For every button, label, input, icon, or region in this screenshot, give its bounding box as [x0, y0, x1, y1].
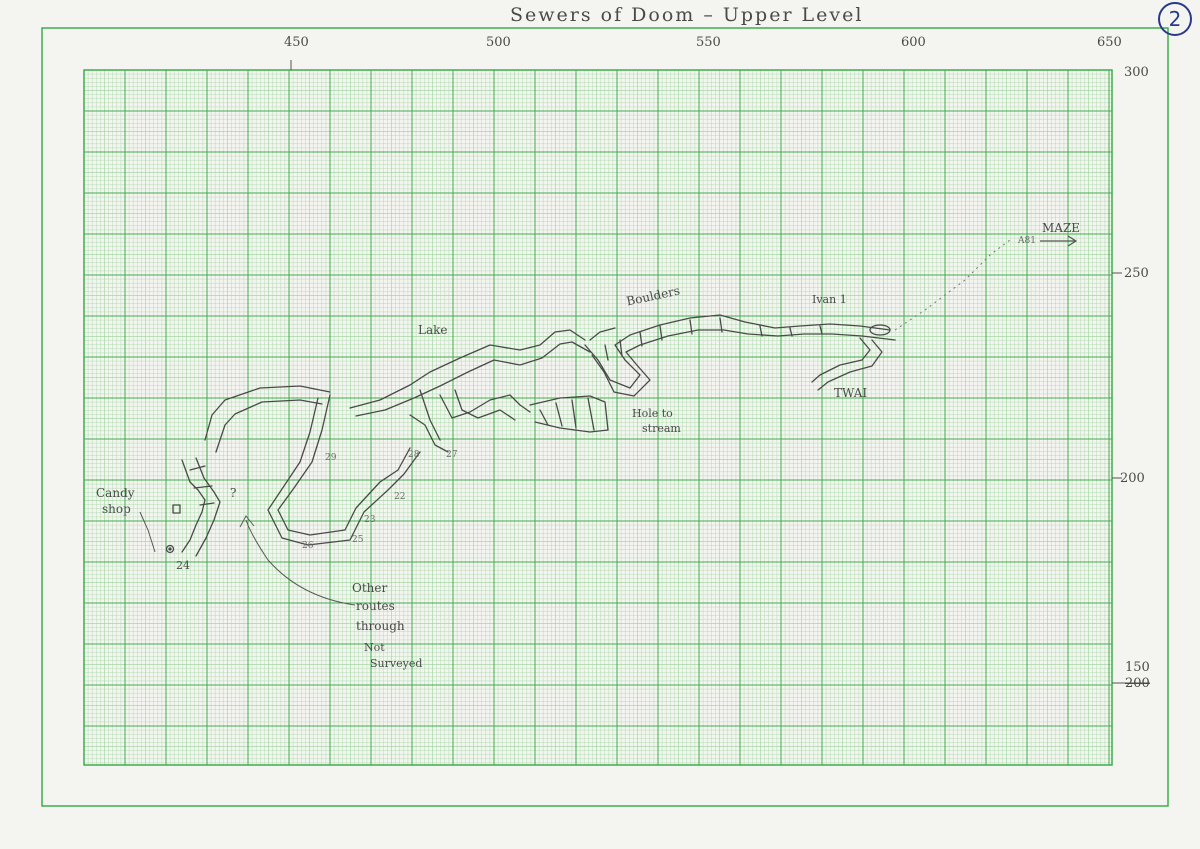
x-tick-label: 500 [486, 35, 511, 50]
station-number: 23 [364, 515, 376, 525]
maze-label: MAZE [1042, 221, 1081, 235]
station-number: 27 [446, 450, 458, 460]
other-routes-note: Surveyed [370, 657, 423, 670]
y-tick-struck-label: 200 [1125, 676, 1150, 691]
passage-west-column [181, 459, 206, 553]
maze-station-label: A81 [1018, 236, 1036, 246]
candy-shop-label: shop [102, 502, 131, 516]
x-tick-label: 550 [696, 35, 721, 50]
station-number: 22 [394, 492, 406, 502]
graph-paper-grid [41, 27, 1169, 807]
station-number: 25 [352, 535, 364, 545]
candy-shop-leader [139, 511, 156, 553]
station-ivan-label: Ivan 1 [812, 293, 847, 306]
page-number-badge: 2 [1158, 2, 1192, 36]
survey-sheet: 2 Sewers of Doom – Upper Level 450 500 5… [0, 0, 1200, 849]
passage-lake-section [349, 329, 586, 409]
lake-label: Lake [418, 323, 448, 337]
y-tick-label: 250 [1124, 266, 1149, 281]
station-number: 26 [302, 541, 314, 551]
other-routes-note: Not [364, 641, 385, 654]
hole-to-stream-label: stream [642, 422, 681, 435]
maze-arrow [1040, 235, 1078, 247]
grid-frame [83, 69, 1113, 766]
unknown-marker: ? [230, 486, 237, 500]
other-routes-note: Other [352, 581, 388, 595]
station-number: 29 [325, 453, 337, 463]
major-grid-lines [83, 69, 1112, 765]
x-tick-label: 650 [1097, 35, 1122, 50]
passage-candy-shop-link [204, 385, 331, 441]
other-routes-note: routes [356, 599, 395, 613]
y-tick-label: 150 [1125, 660, 1150, 675]
hole-to-stream-label: Hole to [632, 407, 673, 420]
candy-shop-label: Candy [96, 486, 135, 500]
other-routes-note: through [356, 619, 405, 633]
x-tick-label: 600 [901, 35, 926, 50]
station-label: 24 [176, 559, 190, 572]
x-tick-label: 450 [284, 35, 309, 50]
minor-grid-lines [84, 70, 1112, 765]
y-tick-label: 300 [1124, 65, 1149, 80]
map-title: Sewers of Doom – Upper Level [510, 4, 864, 26]
y-tick-label: 200 [1120, 471, 1145, 486]
station-number: 28 [408, 450, 420, 460]
twai-label: TWAI [834, 386, 868, 400]
